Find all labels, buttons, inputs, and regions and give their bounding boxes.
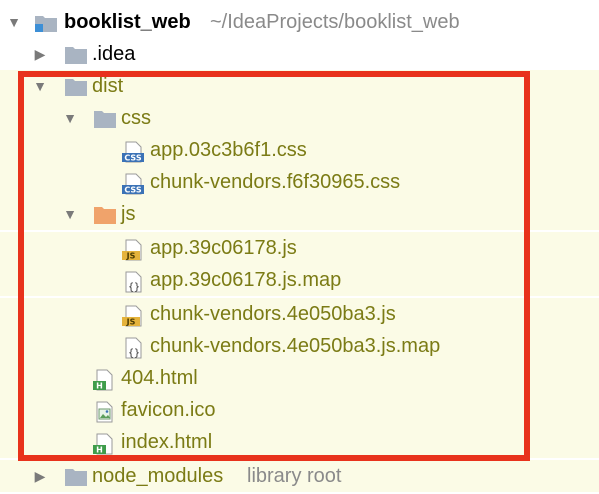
css-file-icon: CSS (121, 141, 144, 163)
tree-item-label: chunk-vendors.4e050ba3.js.map (150, 335, 441, 357)
chevron-down-icon[interactable]: ▼ (4, 6, 24, 38)
project-path: ~/IdeaProjects/booklist_web (210, 11, 460, 33)
json-file-icon: {} (121, 271, 143, 293)
tree-item-label: favicon.ico (121, 399, 216, 421)
tree-item-label: node_modules (92, 465, 224, 487)
folder-icon (64, 45, 87, 65)
tree-row-project-root[interactable]: ▼ booklist_web ~/IdeaProjects/booklist_w… (0, 6, 599, 38)
tree-item-label: app.39c06178.js (150, 237, 297, 259)
chevron-down-icon[interactable]: ▼ (60, 102, 80, 134)
tree-row-file[interactable]: JS app.39c06178.js (0, 232, 599, 264)
html-file-icon: H (92, 369, 114, 391)
project-name: booklist_web (64, 11, 191, 33)
tree-row-file[interactable]: CSS chunk-vendors.f6f30965.css (0, 166, 599, 198)
svg-text:JS: JS (126, 252, 136, 261)
svg-text:{}: {} (128, 348, 140, 359)
folder-icon (93, 205, 116, 225)
tree-item-label: chunk-vendors.4e050ba3.js (150, 303, 396, 325)
tree-row-file[interactable]: CSS app.03c3b6f1.css (0, 134, 599, 166)
tree-item-label: 404.html (121, 367, 198, 389)
folder-icon (64, 77, 87, 97)
folder-icon (64, 467, 87, 487)
svg-text:CSS: CSS (124, 154, 141, 163)
svg-text:{}: {} (128, 282, 140, 293)
js-file-icon: JS (121, 305, 143, 327)
tree-item-label: css (121, 107, 151, 129)
tree-item-label: dist (92, 75, 124, 97)
tree-row-file[interactable]: H index.html (0, 426, 599, 458)
svg-text:JS: JS (126, 318, 136, 327)
tree-row-file[interactable]: {} chunk-vendors.4e050ba3.js.map (0, 330, 599, 362)
chevron-down-icon[interactable]: ▼ (60, 198, 80, 230)
tree-item-label: js (121, 203, 136, 225)
svg-text:CSS: CSS (124, 186, 141, 195)
css-file-icon: CSS (121, 173, 144, 195)
tree-row-css[interactable]: ▼ css (0, 102, 599, 134)
svg-text:H: H (96, 382, 103, 391)
tree-row-js[interactable]: ▼ js (0, 198, 599, 230)
tree-item-label: index.html (121, 431, 213, 453)
html-file-icon: H (92, 433, 114, 455)
js-file-icon: JS (121, 239, 143, 261)
tree-item-label: app.03c3b6f1.css (150, 139, 307, 161)
image-file-icon (92, 401, 114, 423)
json-file-icon: {} (121, 337, 143, 359)
folder-icon (93, 109, 116, 129)
tree-row-file[interactable]: favicon.ico (0, 394, 599, 426)
tree-item-label: app.39c06178.js.map (150, 269, 342, 291)
chevron-down-icon[interactable]: ▼ (30, 70, 50, 102)
svg-text:H: H (96, 446, 103, 455)
tree-item-label: .idea (92, 43, 136, 65)
library-root-hint: library root (247, 465, 342, 487)
module-folder-icon (34, 13, 57, 33)
chevron-right-icon[interactable]: ▶ (30, 38, 50, 70)
tree-row-file[interactable]: {} app.39c06178.js.map (0, 264, 599, 296)
tree-row-idea[interactable]: ▶ .idea (0, 38, 599, 70)
chevron-right-icon[interactable]: ▶ (30, 460, 50, 492)
tree-row-file[interactable]: JS chunk-vendors.4e050ba3.js (0, 298, 599, 330)
tree-row-file[interactable]: H 404.html (0, 362, 599, 394)
tree-row-dist[interactable]: ▼ dist (0, 70, 599, 102)
tree-row-node-modules[interactable]: ▶ node_modules library root (0, 460, 599, 492)
tree-item-label: chunk-vendors.f6f30965.css (150, 171, 401, 193)
